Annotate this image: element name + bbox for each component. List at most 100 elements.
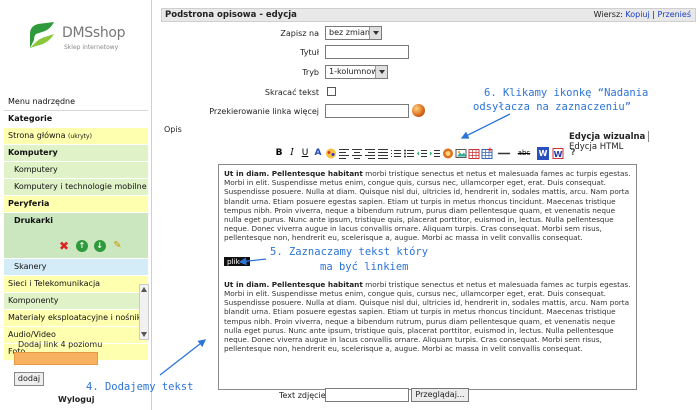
insert-link-icon[interactable] [442,147,454,160]
bullet-list-icon[interactable] [403,147,415,160]
mode-row: Tryb 1-kolumnowy [161,65,696,81]
menu-item-printers[interactable]: Drukarki ✖ ↑ ↓ ✎ [4,213,148,259]
row-actions: Wiersz: Kopiuj | Przenieś [593,10,691,19]
menu-item-scanners[interactable]: Skanery [4,259,148,276]
edit-icon[interactable]: ✎ [111,240,123,252]
sidebar-scrollbar[interactable] [139,284,149,340]
mode-select[interactable]: 1-kolumnowy [325,65,388,79]
mode-label: Tryb [302,68,319,77]
move-up-icon[interactable]: ↑ [75,239,88,252]
menu-categories-label: Kategorie [8,114,53,123]
title-row: Tytuł [161,45,696,61]
menu-item-label: Skanery [14,262,47,271]
title-input[interactable] [325,45,409,59]
annotation-step6-line2: odsyłacza na zaznaczeniu” [473,101,632,113]
menu-item-label: Komponenty [8,296,59,305]
paragraph-bold: Ut in diam. Pellentesque habitant [224,169,363,178]
align-right-icon[interactable] [364,147,376,160]
link-globe-icon[interactable] [412,104,425,117]
menu-item-home[interactable]: Strona główna (ukryty) [4,128,148,145]
photo-row: Text zdjęcie Przeglądaj... [161,388,696,404]
menu-parent[interactable]: Menu nadrzędne [4,94,148,111]
main-panel: Podstrona opisowa - edycja Wiersz: Kopiu… [161,8,696,410]
italic-button[interactable]: I [286,147,298,160]
chevron-down-icon [375,66,387,78]
align-justify-icon[interactable] [377,147,389,160]
menu-item-peripherals[interactable]: Peryferia [4,196,148,213]
shorten-label: Skracać tekst [264,88,319,97]
selected-paragraph: plik 1 [224,256,631,266]
rich-text-editor[interactable]: Ut in diam. Pellentesque habitant morbi … [218,164,637,390]
save-label: Zapisz na [280,29,319,38]
underline-button[interactable]: U [299,147,311,160]
menu-item-network[interactable]: Sieci i Telekomunikacja [4,276,148,293]
photo-input[interactable] [325,388,409,402]
save-row: Zapisz na bez zmian [161,26,696,42]
add-link-label: Dodaj link 4 poziomu [18,340,103,349]
insert-image-icon[interactable] [455,147,467,160]
scroll-up-icon[interactable] [141,287,147,292]
add-link-input[interactable] [14,352,98,365]
panel-titlebar: Podstrona opisowa - edycja Wiersz: Kopiu… [161,8,696,22]
menu-item-computers[interactable]: Komputery [4,145,148,162]
scroll-down-icon[interactable] [141,332,147,337]
brand-name: DMSshop [62,25,126,41]
annotation-step4: 4. Dodajemy tekst [86,381,194,393]
row-label: Wiersz: [593,10,623,19]
menu-item-computers-mobile[interactable]: Komputery i technologie mobilne [4,179,148,196]
outdent-icon[interactable] [416,147,428,160]
shorten-checkbox[interactable] [327,87,336,96]
selected-text[interactable]: plik 1 [224,256,250,266]
brand-tagline: Sklep internetowy [64,44,119,51]
menu-item-label: Materiały eksploatacyjne i nośniki [8,313,144,322]
add-button[interactable]: dodaj [14,372,44,386]
help-button[interactable]: ? [567,147,579,160]
page-title: Podstrona opisowa - edycja [165,10,297,20]
logout-link[interactable]: Wyloguj [58,395,94,404]
category-menu: Menu nadrzędne Kategorie Strona główna (… [4,94,148,361]
move-link[interactable]: Przenieś [658,10,691,19]
highlight-icon[interactable] [325,147,337,160]
menu-item-components[interactable]: Komponenty [4,293,148,310]
word-clean-icon[interactable]: W [552,147,564,160]
menu-item-label: Sieci i Telekomunikacja [8,279,101,288]
menu-item-label: Komputery [8,148,58,157]
menu-item-label: Drukarki [14,216,54,225]
menu-item-label: Komputery i technologie mobilne [14,182,147,191]
bold-button[interactable]: B [273,147,285,160]
save-value: bez zmian [329,28,370,37]
copy-link[interactable]: Kopiuj [625,10,649,19]
horizontal-rule-icon[interactable] [497,147,511,160]
browse-button[interactable]: Przeglądaj... [411,388,469,402]
editor-paragraph: Ut in diam. Pellentesque habitant morbi … [224,169,631,243]
indent-icon[interactable] [429,147,441,160]
menu-item-computers-sub[interactable]: Komputery [4,162,148,179]
word-paste-button[interactable]: W [537,147,549,160]
editor-toolbar: B I U A abc W W ? [273,147,601,162]
menu-item-label: Peryferia [8,199,50,208]
align-center-icon[interactable] [351,147,363,160]
tab-visual[interactable]: Edycja wizualna [566,132,648,142]
save-select[interactable]: bez zmian [325,26,382,40]
menu-item-media[interactable]: Materiały eksploatacyjne i nośniki [4,310,148,327]
description-label: Opis [164,125,182,134]
logo-icon [30,22,54,48]
ordered-list-icon[interactable] [390,147,402,160]
paragraph-text: morbi tristique senectus et netus et mal… [224,169,631,243]
photo-label: Text zdjęcie [279,391,326,400]
sidebar: DMSshop Sklep internetowy Menu nadrzędne… [0,0,152,410]
strikethrough-button[interactable]: abc [513,147,535,160]
insert-table-icon[interactable] [468,147,480,160]
redirect-input[interactable] [325,104,409,118]
annotation-step5-line1: 5. Zaznaczamy tekst który [270,246,429,258]
menu-categories[interactable]: Kategorie [4,111,148,128]
menu-item-label: Strona główna [8,131,66,140]
text-color-button[interactable]: A [312,147,324,160]
paragraph-bold: Ut in diam. Pellentesque habitant [224,279,363,289]
table-grid-icon[interactable] [481,147,493,160]
align-left-icon[interactable] [338,147,350,160]
delete-icon[interactable]: ✖ [58,240,70,252]
menu-parent-label: Menu nadrzędne [8,97,76,106]
paragraph-text: morbi tristique senectus et netus et mal… [224,279,631,354]
move-down-icon[interactable]: ↓ [93,239,106,252]
